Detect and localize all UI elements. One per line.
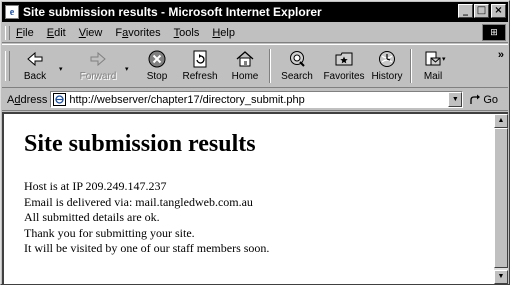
- scroll-down-button[interactable]: ▼: [494, 270, 508, 284]
- stop-button[interactable]: Stop: [141, 48, 173, 82]
- go-arrow-icon: [470, 94, 481, 104]
- history-button[interactable]: History: [368, 48, 406, 82]
- back-button[interactable]: Back: [18, 48, 52, 82]
- history-icon: [379, 51, 395, 67]
- favorites-label: Favorites: [323, 71, 365, 82]
- menu-view[interactable]: View: [79, 27, 103, 39]
- go-label: Go: [483, 93, 499, 106]
- window-title: Site submission results - Microsoft Inte…: [23, 5, 322, 19]
- window-controls: _ □ ×: [457, 4, 506, 18]
- menu-favorites[interactable]: Favorites: [115, 27, 160, 39]
- windows-logo-icon: ⊞: [482, 24, 506, 41]
- address-url: http://webserver/chapter17/directory_sub…: [69, 93, 305, 106]
- result-line-status: All submitted details are ok.: [24, 210, 160, 224]
- menu-grip: [5, 25, 10, 40]
- home-button[interactable]: Home: [228, 48, 262, 82]
- page-heading: Site submission results: [24, 131, 256, 157]
- scroll-thumb[interactable]: [494, 128, 508, 268]
- vertical-scrollbar[interactable]: ▲ ▼: [494, 114, 508, 284]
- browser-window: e Site submission results - Microsoft In…: [0, 0, 510, 285]
- toolbar-more-icon[interactable]: »: [498, 49, 504, 61]
- mail-icon: [425, 51, 441, 66]
- title-bar[interactable]: e Site submission results - Microsoft In…: [2, 2, 508, 22]
- refresh-icon: [193, 50, 207, 68]
- home-icon: [236, 51, 254, 67]
- address-label: Address: [7, 93, 48, 106]
- page-icon: [53, 93, 67, 106]
- back-arrow-icon: [27, 51, 43, 67]
- refresh-label: Refresh: [182, 71, 218, 82]
- forward-label: Forward: [79, 71, 117, 82]
- mail-label: Mail: [423, 71, 443, 82]
- address-dropdown-button[interactable]: ▼: [448, 92, 463, 107]
- favorites-button[interactable]: Favorites: [320, 48, 368, 82]
- go-button[interactable]: Go: [469, 94, 498, 106]
- menu-file[interactable]: File: [16, 27, 34, 39]
- standard-toolbar: Back ▾ Forward ▾ Stop Refresh Home Searc…: [2, 44, 508, 88]
- home-label: Home: [231, 71, 259, 82]
- mail-button[interactable]: Mail: [418, 48, 448, 82]
- scroll-up-button[interactable]: ▲: [494, 114, 508, 128]
- menu-tools[interactable]: Tools: [174, 27, 200, 39]
- result-line-thanks: Thank you for submitting your site.: [24, 225, 195, 240]
- toolbar-separator: [269, 49, 271, 83]
- result-lines: Host is at IP 209.249.147.237 Email is d…: [24, 179, 269, 257]
- toolbar-separator: [410, 49, 412, 83]
- menu-bar: File Edit View Favorites Tools Help ⊞: [2, 23, 508, 43]
- close-button[interactable]: ×: [491, 4, 506, 18]
- address-input[interactable]: http://webserver/chapter17/directory_sub…: [50, 91, 464, 108]
- menu-help[interactable]: Help: [212, 27, 235, 39]
- search-button[interactable]: Search: [278, 48, 316, 82]
- address-bar: Address http://webserver/chapter17/direc…: [2, 89, 508, 111]
- toolbar-grip: [5, 51, 10, 81]
- forward-arrow-icon: [90, 51, 106, 67]
- mail-dropdown-icon[interactable]: ▾: [442, 55, 446, 63]
- page-content: Site submission results Host is at IP 20…: [2, 112, 508, 284]
- forward-dropdown-icon[interactable]: ▾: [125, 65, 129, 73]
- search-label: Search: [281, 71, 313, 82]
- minimize-button[interactable]: _: [458, 4, 473, 18]
- back-label: Back: [23, 71, 47, 82]
- menu-edit[interactable]: Edit: [47, 27, 66, 39]
- favorites-folder-icon: [335, 52, 353, 66]
- result-line-visit: It will be visited by one of our staff m…: [24, 241, 270, 255]
- history-label: History: [371, 71, 403, 82]
- ie-logo-icon: e: [5, 5, 19, 19]
- stop-label: Stop: [146, 71, 168, 82]
- result-line-host: Host is at IP 209.249.147.237: [24, 179, 167, 193]
- forward-button[interactable]: Forward: [76, 48, 120, 82]
- result-line-email: Email is delivered via: mail.tangledweb.…: [24, 194, 253, 209]
- maximize-button[interactable]: □: [474, 4, 489, 18]
- back-dropdown-icon[interactable]: ▾: [59, 65, 63, 73]
- refresh-button[interactable]: Refresh: [180, 48, 220, 82]
- stop-icon: [148, 50, 166, 68]
- search-icon: [290, 51, 305, 67]
